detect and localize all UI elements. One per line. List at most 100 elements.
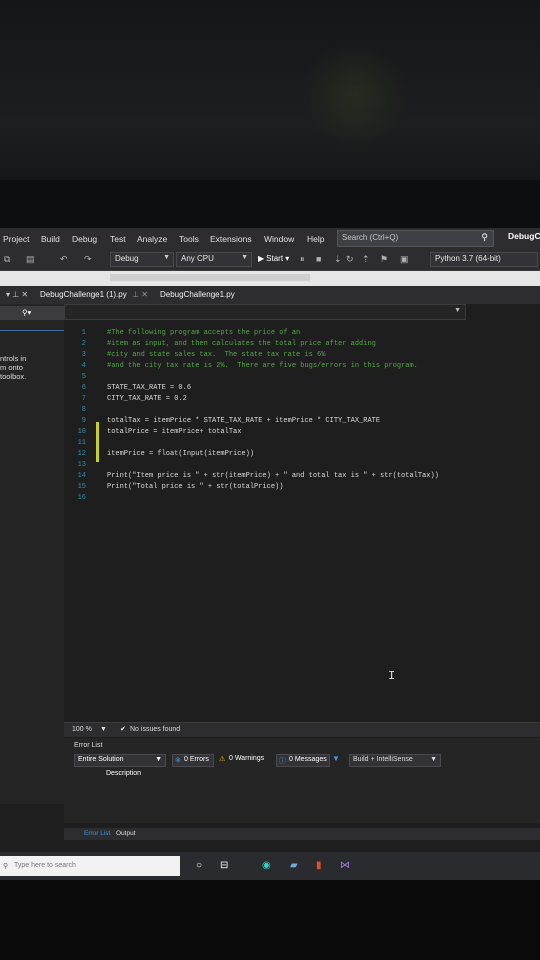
menu-build[interactable]: Build: [41, 234, 60, 244]
code-text[interactable]: #The following program accepts the price…: [107, 329, 300, 337]
code-line[interactable]: 6 STATE_TAX_RATE = 0.6: [64, 384, 540, 395]
toolbox-header: ⚲▾: [0, 306, 64, 320]
code-line[interactable]: 10 totalPrice = itemPrice+ totalTax: [64, 428, 540, 439]
edge-icon[interactable]: ◉: [262, 860, 271, 871]
bookmark-icon[interactable]: ⚑: [380, 254, 388, 265]
visual-studio-icon[interactable]: ⋈: [340, 860, 350, 871]
code-line[interactable]: 11: [64, 439, 540, 450]
solution-icon[interactable]: ⧉: [4, 254, 10, 265]
office-icon[interactable]: ▮: [316, 860, 322, 871]
zoom-level[interactable]: 100 %: [72, 726, 92, 733]
line-number: 15: [77, 483, 86, 491]
pause-icon[interactable]: ⏸: [300, 254, 305, 265]
code-text[interactable]: STATE_TAX_RATE = 0.6: [107, 384, 191, 392]
code-line[interactable]: 5: [64, 373, 540, 384]
menu-help[interactable]: Help: [307, 234, 324, 244]
menu-test[interactable]: Test: [110, 234, 126, 244]
code-text[interactable]: #city and state sales tax. The state tax…: [107, 351, 325, 359]
start-button[interactable]: ▶ Start ▾: [258, 254, 289, 263]
line-number: 10: [77, 428, 86, 436]
code-line[interactable]: 13: [64, 461, 540, 472]
code-line[interactable]: 2 #item as input, and then calculates the…: [64, 340, 540, 351]
save-all-icon[interactable]: ▤: [26, 254, 35, 265]
windows-taskbar: ⚲ Type here to search ○ ⊟ ◉ ▰ ▮ ⋈: [0, 852, 540, 880]
code-text[interactable]: #and the city tax rate is 2%. There are …: [107, 362, 418, 370]
code-line[interactable]: 14 Print("Item price is " + str(itemPrice…: [64, 472, 540, 483]
taskbar-search-input[interactable]: ⚲ Type here to search: [0, 856, 180, 876]
tab-debugchallenge1[interactable]: DebugChallenge1.py: [160, 290, 235, 299]
build-source-dropdown[interactable]: Build + IntelliSense ▼: [349, 754, 441, 767]
ide-screen: Project Build Debug Test Analyze Tools E…: [0, 228, 540, 880]
code-line[interactable]: 3 #city and state sales tax. The state ta…: [64, 351, 540, 362]
code-line[interactable]: 4 #and the city tax rate is 2%. There are…: [64, 362, 540, 373]
code-line[interactable]: 1 #The following program accepts the pric…: [64, 329, 540, 340]
vs-status-bar: [0, 844, 540, 852]
description-column-header[interactable]: Description: [106, 770, 141, 777]
toolbox-divider: [0, 330, 64, 331]
panel-pin-icon[interactable]: ▾ ⊥ ✕: [6, 290, 28, 299]
line-number: 1: [81, 329, 86, 337]
step-icon[interactable]: ⇣: [334, 254, 342, 265]
menu-debug[interactable]: Debug: [72, 234, 97, 244]
code-text[interactable]: totalPrice = itemPrice+ totalTax: [107, 428, 241, 436]
stop-icon[interactable]: ■: [316, 254, 321, 264]
code-text[interactable]: totalTax = itemPrice * STATE_TAX_RATE + …: [107, 417, 380, 425]
menu-tools[interactable]: Tools: [179, 234, 199, 244]
toolbar: ⧉ ▤ ↶ ↷ Debug ▼ Any CPU ▼ ▶ Start ▾ ⏸ ■ ⇣…: [0, 248, 540, 271]
menu-bar: Project Build Debug Test Analyze Tools E…: [0, 228, 540, 248]
tab-debugchallenge1-copy[interactable]: DebugChallenge1 (1).py: [40, 290, 127, 299]
search-input[interactable]: Search (Ctrl+Q) ⚲: [337, 230, 494, 247]
error-list-panel: Error List Entire Solution ▼ ⊗ 0 Errors …: [64, 738, 540, 823]
code-line[interactable]: 7 CITY_TAX_RATE = 0.2: [64, 395, 540, 406]
platform-dropdown[interactable]: Any CPU ▼: [176, 252, 252, 267]
search-icon: ⚲: [3, 863, 9, 870]
code-text[interactable]: Print("Total price is " + str(totalPrice…: [107, 483, 283, 491]
text-cursor-icon: I: [388, 669, 396, 683]
messages-filter-button[interactable]: ⓘ 0 Messages: [276, 754, 330, 767]
search-icon[interactable]: ⚲▾: [22, 308, 31, 317]
code-text[interactable]: #item as input, and then calculates the …: [107, 340, 376, 348]
code-text[interactable]: CITY_TAX_RATE = 0.2: [107, 395, 187, 403]
line-number: 4: [81, 362, 86, 370]
chevron-down-icon[interactable]: ▼: [100, 726, 107, 733]
tab-close-icon[interactable]: ⊥ ✕: [132, 290, 148, 299]
menu-analyze[interactable]: Analyze: [137, 234, 167, 244]
build-source-value: Build + IntelliSense: [353, 756, 413, 763]
warning-icon: ⚠: [219, 756, 226, 763]
errors-filter-button[interactable]: ⊗ 0 Errors: [172, 754, 214, 767]
code-line[interactable]: 8: [64, 406, 540, 417]
issues-status[interactable]: No issues found: [130, 726, 180, 733]
info-bar-text: [110, 274, 310, 281]
error-scope-dropdown[interactable]: Entire Solution ▼: [74, 754, 166, 767]
navigation-bar[interactable]: ▼: [64, 304, 466, 320]
line-number: 8: [81, 406, 86, 414]
task-view-icon[interactable]: ⊟: [220, 860, 228, 871]
code-line[interactable]: 15 Print("Total price is " + str(totalPri…: [64, 483, 540, 494]
code-editor[interactable]: ▼ 1 #The following program accepts the pr…: [64, 304, 540, 722]
menu-extensions[interactable]: Extensions: [210, 234, 252, 244]
cortana-icon[interactable]: ○: [196, 860, 202, 871]
window-icon[interactable]: ▣: [400, 254, 409, 265]
restart-icon[interactable]: ↻: [346, 254, 354, 265]
code-text[interactable]: itemPrice = float(Input(itemPrice)): [107, 450, 254, 458]
menu-window[interactable]: Window: [264, 234, 294, 244]
menu-project[interactable]: Project: [3, 234, 29, 244]
python-environment-dropdown[interactable]: Python 3.7 (64-bit): [430, 252, 538, 267]
code-line[interactable]: 12 itemPrice = float(Input(itemPrice)): [64, 450, 540, 461]
redo-icon[interactable]: ↷: [84, 254, 92, 265]
step-out-icon[interactable]: ⇡: [362, 254, 370, 265]
code-text[interactable]: Print("Item price is " + str(itemPrice) …: [107, 472, 439, 480]
desk-area: [0, 880, 540, 960]
code-line[interactable]: 16: [64, 494, 540, 505]
configuration-dropdown[interactable]: Debug ▼: [110, 252, 174, 267]
tab-output[interactable]: Output: [116, 830, 136, 837]
warnings-filter-button[interactable]: ⚠ 0 Warnings: [217, 754, 271, 765]
search-icon[interactable]: ⚲: [481, 232, 488, 243]
undo-icon[interactable]: ↶: [60, 254, 68, 265]
mail-icon[interactable]: ▰: [290, 860, 298, 871]
error-scope-value: Entire Solution: [78, 756, 124, 763]
chevron-down-icon: ▼: [454, 307, 461, 314]
tab-error-list[interactable]: Error List: [84, 830, 110, 837]
filter-icon[interactable]: ▼: [332, 754, 340, 763]
code-line[interactable]: 9 totalTax = itemPrice * STATE_TAX_RATE +…: [64, 417, 540, 428]
